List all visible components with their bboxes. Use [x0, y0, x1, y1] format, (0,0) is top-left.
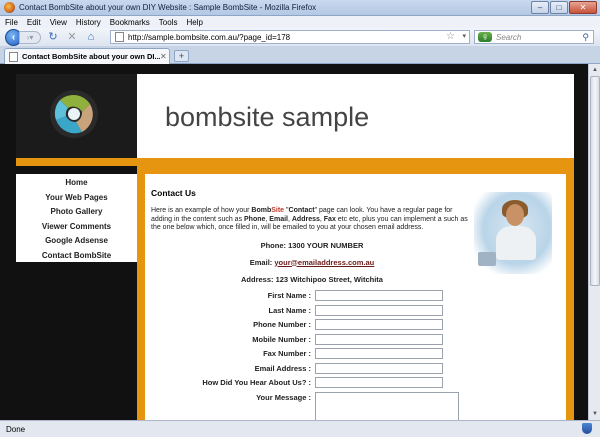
scroll-down-icon[interactable]: ▼	[590, 409, 600, 419]
menu-tools[interactable]: Tools	[159, 18, 178, 27]
content-area: Contact Us Here is an example of how you…	[145, 174, 566, 420]
referral-label: How Did You Hear About Us? :	[202, 378, 311, 387]
nav-your-web-pages[interactable]: Your Web Pages	[16, 191, 137, 206]
status-text: Done	[6, 424, 26, 434]
phone-line: Phone: 1300 YOUR NUMBER	[260, 240, 364, 250]
form-row: Email Address :	[145, 362, 566, 375]
tab-page-icon	[9, 51, 18, 62]
page-viewport: bombsite sample Home Your Web Pages Phot…	[0, 64, 588, 420]
navigation-toolbar: ‹ ›▾ ↻ ✕ ⌂ http://sample.bombsite.com.au…	[0, 28, 600, 46]
site-logo-icon[interactable]	[16, 74, 137, 158]
website: bombsite sample Home Your Web Pages Phot…	[16, 74, 574, 420]
mobile-number-label: Mobile Number :	[252, 334, 311, 344]
reload-icon[interactable]: ↻	[46, 30, 60, 44]
form-row: Last Name :	[145, 304, 566, 317]
logo-area	[16, 74, 137, 158]
message-textarea[interactable]	[315, 391, 459, 420]
new-tab-button[interactable]: +	[174, 50, 189, 62]
menu-help[interactable]: Help	[186, 18, 202, 27]
address-bar[interactable]: http://sample.bombsite.com.au/?page_id=1…	[110, 30, 470, 44]
first-name-input[interactable]	[315, 290, 443, 301]
form-row: Phone Number :	[145, 319, 566, 331]
search-icon[interactable]: ⚲	[582, 32, 589, 43]
last-name-label: Last Name :	[268, 305, 311, 315]
menu-history[interactable]: History	[76, 18, 101, 27]
nav-viewer-comments[interactable]: Viewer Comments	[16, 220, 137, 235]
menu-view[interactable]: View	[50, 18, 67, 27]
forward-button[interactable]: ›▾	[19, 30, 41, 44]
form-row: Your Message :	[145, 391, 566, 420]
firefox-icon	[4, 2, 15, 13]
sidebar-nav: Home Your Web Pages Photo Gallery Viewer…	[16, 174, 137, 262]
email-address-label: Email Address :	[254, 363, 311, 373]
tab-contact[interactable]: Contact BombSite about your own DI... ✕	[4, 48, 170, 64]
form-row: How Did You Hear About Us? :	[145, 377, 566, 389]
nav-google-adsense[interactable]: Google Adsense	[16, 234, 137, 249]
site-header: bombsite sample	[137, 74, 574, 158]
referral-input[interactable]	[315, 377, 443, 388]
fax-number-input[interactable]	[315, 348, 443, 359]
search-placeholder[interactable]: Search	[496, 33, 521, 42]
url-text[interactable]: http://sample.bombsite.com.au/?page_id=1…	[128, 33, 290, 42]
tab-strip: Contact BombSite about your own DI... ✕ …	[0, 46, 600, 64]
nav-home[interactable]: Home	[16, 176, 137, 191]
content-frame: Contact Us Here is an example of how you…	[137, 166, 574, 420]
scrollbar-thumb[interactable]	[590, 76, 600, 286]
stop-icon[interactable]: ✕	[65, 30, 79, 44]
phone-number-input[interactable]	[315, 319, 443, 330]
contact-photo	[474, 192, 552, 274]
scroll-up-icon[interactable]: ▲	[590, 65, 600, 75]
email-link[interactable]: your@emailaddress.com.au	[274, 258, 374, 267]
url-dropdown-icon[interactable]: ▾	[462, 31, 466, 43]
address-line: Address: 123 Witchipoo Street, Witchita	[241, 274, 383, 284]
menu-bar: File Edit View History Bookmarks Tools H…	[0, 16, 600, 28]
search-box[interactable]: g Search ⚲	[474, 30, 594, 44]
email-line: Email: your@emailaddress.com.au	[249, 257, 375, 267]
site-title: bombsite sample	[165, 102, 370, 132]
menu-edit[interactable]: Edit	[27, 18, 41, 27]
tab-label[interactable]: Contact BombSite about your own DI...	[22, 52, 160, 61]
intro-paragraph: Here is an example of how your BombSite …	[151, 207, 468, 231]
minimize-button[interactable]: –	[531, 1, 549, 14]
vertical-scrollbar[interactable]: ▲ ▼	[588, 64, 600, 420]
nav-photo-gallery[interactable]: Photo Gallery	[16, 205, 137, 220]
maximize-button[interactable]: □	[550, 1, 568, 14]
security-shield-icon[interactable]	[582, 423, 592, 434]
form-row: Fax Number :	[145, 348, 566, 360]
form-row: Mobile Number :	[145, 333, 566, 346]
page-icon	[115, 32, 124, 42]
status-bar: Done	[0, 420, 600, 437]
bookmark-star-icon[interactable]: ☆	[446, 31, 455, 43]
email-address-input[interactable]	[315, 362, 443, 374]
orange-divider	[16, 158, 574, 166]
home-icon[interactable]: ⌂	[84, 30, 98, 44]
nav-contact-bombsite[interactable]: Contact BombSite	[16, 249, 137, 264]
last-name-input[interactable]	[315, 304, 443, 316]
fax-number-label: Fax Number :	[263, 349, 311, 358]
menu-file[interactable]: File	[5, 18, 18, 27]
search-engine-icon[interactable]: g	[478, 32, 492, 42]
message-label: Your Message :	[256, 392, 311, 402]
menu-bookmarks[interactable]: Bookmarks	[110, 18, 150, 27]
first-name-label: First Name :	[267, 291, 311, 300]
window-title: Contact BombSite about your own DIY Webs…	[19, 3, 317, 12]
tab-close-icon[interactable]: ✕	[160, 52, 167, 61]
phone-number-label: Phone Number :	[253, 320, 311, 329]
window-titlebar: Contact BombSite about your own DIY Webs…	[0, 0, 600, 16]
mobile-number-input[interactable]	[315, 333, 443, 345]
close-button[interactable]: ✕	[569, 1, 597, 14]
form-row: First Name :	[145, 290, 566, 302]
